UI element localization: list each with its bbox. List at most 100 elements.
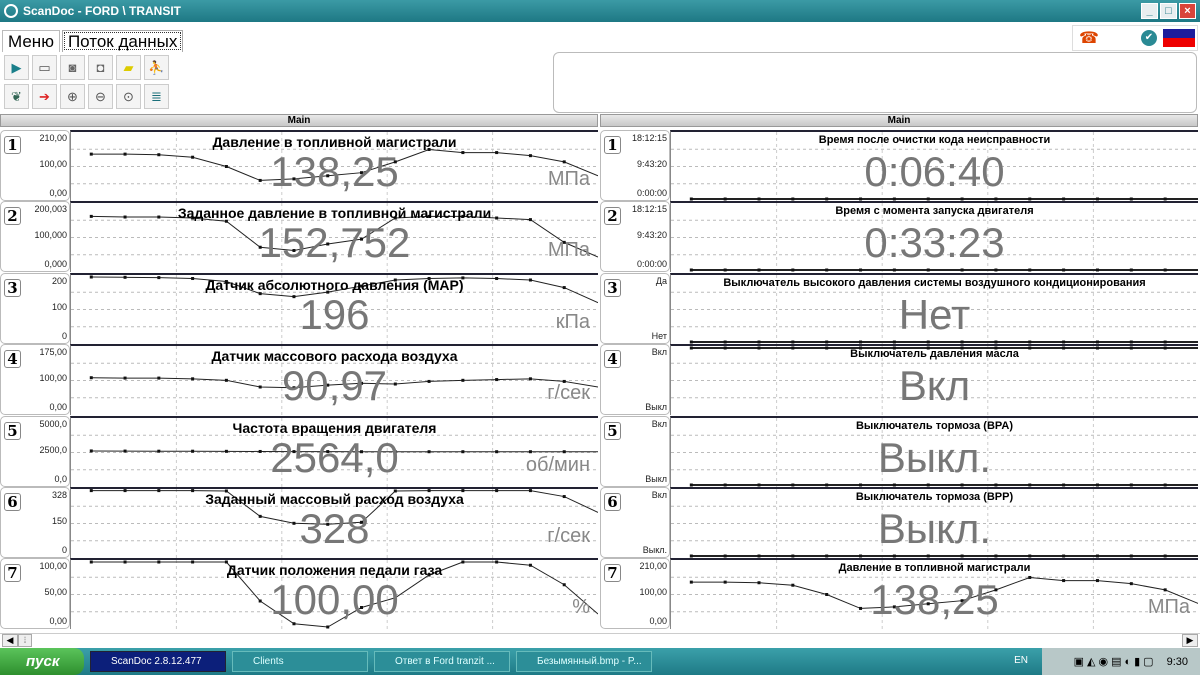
system-tray: ▣◭◉▤◐▮▢ 9:30 <box>1042 648 1200 675</box>
trend-point <box>791 554 795 558</box>
data-panel[interactable]: 5 5000,0 2500,0 0,0 Частота вращения дви… <box>0 415 598 487</box>
panel-number[interactable]: 2 <box>4 207 21 226</box>
tab-menu[interactable]: Меню <box>2 30 60 52</box>
person-icon[interactable]: ⛹ <box>144 55 169 80</box>
trend-plot: Выключатель тормоза (BPP) Выкл. <box>670 487 1198 558</box>
data-panel[interactable]: 2 18:12:15 9:43:20 0:00:00 Время с момен… <box>600 201 1198 273</box>
panel-number[interactable]: 5 <box>4 421 21 440</box>
trend-point <box>1062 197 1066 201</box>
panel-number[interactable]: 3 <box>4 278 21 297</box>
panel-number[interactable]: 7 <box>604 564 621 583</box>
trend-point <box>723 483 727 487</box>
trend-point <box>825 197 829 201</box>
parameter-value: 90,97 <box>281 362 388 410</box>
taskbar-item-scandoc[interactable]: ScanDoc 2.8.12.477 <box>90 651 226 672</box>
trend-plot: Время после очистки кода неисправности 0… <box>670 130 1198 201</box>
data-panel[interactable]: 5 Вкл Выкл Выключатель тормоза (BPA) Вык… <box>600 415 1198 487</box>
panel-number[interactable]: 4 <box>4 350 21 369</box>
trend-point <box>926 483 930 487</box>
start-button[interactable]: пуск <box>0 648 84 675</box>
panel-number[interactable]: 7 <box>4 564 21 583</box>
maximize-button[interactable]: □ <box>1160 3 1177 19</box>
panel-number[interactable]: 4 <box>604 350 621 369</box>
record-icon[interactable]: ◙ <box>60 55 85 80</box>
phone-icon[interactable]: ☎ <box>1079 28 1099 48</box>
taskbar-item-paint[interactable]: Безымянный.bmp - P... <box>516 651 652 672</box>
scroll-thumb[interactable]: ⦙ <box>18 634 32 647</box>
zoom-in-icon[interactable]: ⊕ <box>60 84 85 109</box>
panel-number[interactable]: 5 <box>604 421 621 440</box>
data-panel[interactable]: 3 200 100 0 Датчик абсолютного давления … <box>0 272 598 344</box>
panel-label: 2 18:12:15 9:43:20 0:00:00 <box>600 201 670 273</box>
connected-check-icon: ✔ <box>1141 30 1157 46</box>
data-panel[interactable]: 7 100,00 50,00 0,00 Датчик положения пед… <box>0 558 598 630</box>
parameter-title: Время с момента запуска двигателя <box>835 205 1034 218</box>
list-icon[interactable]: ≣ <box>144 84 169 109</box>
panel-number[interactable]: 6 <box>604 493 621 511</box>
axis-max-label: 100,00 <box>39 561 67 572</box>
trend-point <box>1163 483 1167 487</box>
parameter-unit: об/мин <box>525 453 590 476</box>
parameter-value: Вкл <box>898 362 971 410</box>
parameter-unit: % <box>572 596 590 619</box>
export-icon[interactable]: ➔ <box>32 84 57 109</box>
leaf-icon[interactable]: ❦ <box>4 84 29 109</box>
zoom-fit-icon[interactable]: ⊙ <box>116 84 141 109</box>
trend-point <box>825 268 829 272</box>
axis-min-label: 0:00:00 <box>636 259 667 270</box>
language-flag-icon[interactable] <box>1163 29 1195 47</box>
minimize-button[interactable]: _ <box>1141 3 1158 19</box>
panel-number[interactable]: 2 <box>604 207 621 226</box>
data-panel[interactable]: 6 Вкл Выкл. Выключатель тормоза (BPP) Вы… <box>600 487 1198 558</box>
data-panel[interactable]: 4 175,00 100,00 0,00 Датчик массового ра… <box>0 344 598 416</box>
panel-number[interactable]: 6 <box>4 493 21 511</box>
trend-point <box>859 483 863 487</box>
trend-plot: Выключатель тормоза (BPA) Выкл. <box>670 415 1198 487</box>
axis-min-label: 0,00 <box>49 188 67 198</box>
parameter-title: Выключатель давления масла <box>850 348 1019 361</box>
parameter-value: 2564,0 <box>270 433 399 481</box>
scroll-left-button[interactable]: ◀ <box>2 634 18 647</box>
save-icon[interactable]: ▭ <box>32 55 57 80</box>
axis-min-label: 0:00:00 <box>636 188 667 198</box>
data-panel[interactable]: 7 210,00 100,00 0,00 Давление в топливно… <box>600 558 1198 630</box>
trend-plot: Заданное давление в топливной магистрали… <box>70 201 598 273</box>
zoom-out-icon[interactable]: ⊖ <box>88 84 113 109</box>
axis-min-label: 0 <box>61 330 67 341</box>
panel-number[interactable]: 1 <box>604 136 621 154</box>
data-panel[interactable]: 6 328 150 0 Заданный массовый расход воз… <box>0 487 598 558</box>
parameter-unit: МПа <box>547 239 590 262</box>
scroll-right-button[interactable]: ▶ <box>1182 634 1198 647</box>
tab-data-stream[interactable]: Поток данных <box>61 30 184 52</box>
trend-point <box>1129 483 1133 487</box>
status-area: ☎ ✔ <box>1072 25 1198 51</box>
trend-point <box>926 268 930 272</box>
data-panel[interactable]: 1 18:12:15 9:43:20 0:00:00 Время после о… <box>600 130 1198 201</box>
trend-point <box>926 197 930 201</box>
panel-number[interactable]: 3 <box>604 278 621 297</box>
taskbar-item-clients[interactable]: Clients <box>232 651 368 672</box>
trend-point <box>757 340 761 344</box>
data-panel[interactable]: 2 200,003 100,000 0,000 Заданное давлени… <box>0 201 598 273</box>
axis-min-label: 0,0 <box>54 473 67 484</box>
data-panel[interactable]: 1 210,00 100,00 0,00 Давление в топливно… <box>0 130 598 201</box>
trend-point <box>960 197 964 201</box>
horizontal-scrollbar[interactable]: ◀ ⦙ ▶ <box>0 633 1200 647</box>
trend-point <box>994 554 998 558</box>
play-icon[interactable]: ▶ <box>4 55 29 80</box>
close-button[interactable]: × <box>1179 3 1196 19</box>
tray-icons[interactable]: ▣◭◉▤◐▮▢ <box>1074 655 1157 668</box>
trend-point <box>689 554 693 558</box>
taskbar-item-browser[interactable]: Ответ в Ford tranzit ... <box>374 651 510 672</box>
language-indicator[interactable]: EN <box>1014 655 1028 666</box>
data-panel[interactable]: 3 Да Нет Выключатель высокого давления с… <box>600 272 1198 344</box>
data-panel[interactable]: 4 Вкл Выкл Выключатель давления масла Вк… <box>600 344 1198 416</box>
trend-point <box>689 340 693 344</box>
camera-icon[interactable]: ◘ <box>88 55 113 80</box>
trend-point <box>723 554 727 558</box>
trend-point <box>1028 197 1032 201</box>
panel-number[interactable]: 1 <box>4 136 21 154</box>
trend-point <box>825 554 829 558</box>
open-folder-icon[interactable]: ▰ <box>116 55 141 80</box>
trend-point <box>326 625 330 629</box>
